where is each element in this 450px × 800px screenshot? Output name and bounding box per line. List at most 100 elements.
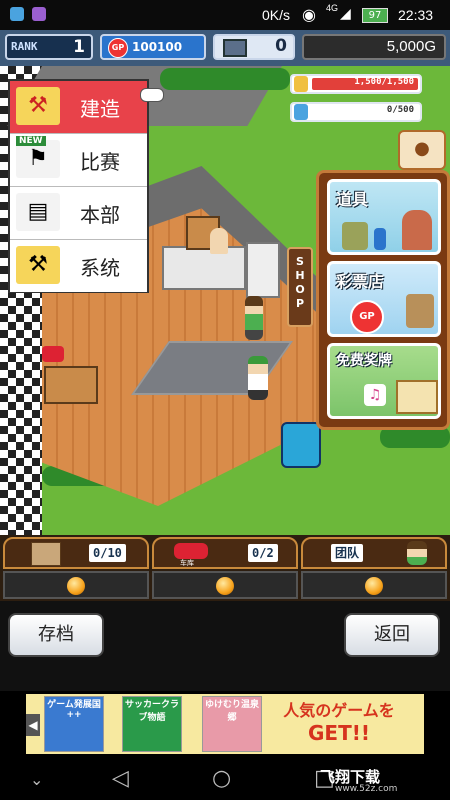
red-car (42, 346, 64, 362)
eye-icon: ◉ (302, 5, 316, 24)
chevron-down-icon[interactable]: ⌄ (30, 770, 43, 789)
pointer-hand-icon (140, 88, 164, 102)
new-badge: NEW (16, 136, 46, 146)
status-row: 0/10 车库 0/2 团队 (0, 535, 450, 601)
house-icon (396, 380, 438, 414)
music-note-icon: ♫ (364, 384, 386, 406)
status-card-team[interactable]: 团队 (301, 537, 447, 569)
menu-item-system[interactable]: ⚒ 系统 (10, 240, 147, 292)
network-speed: 0K/s (262, 7, 291, 23)
game-header: RANK 1 GP 100100 0 5,000G (0, 30, 450, 66)
ad-tile-1[interactable]: ゲーム発展国++ (44, 696, 104, 752)
garage-label: 车库 (180, 559, 194, 567)
status-bar: 0K/s ◉ 4G ◢ 97 22:33 (0, 0, 450, 30)
computer-box[interactable]: 0 (213, 34, 295, 60)
menu-item-label: 比赛 (80, 150, 120, 174)
box-icon (31, 542, 61, 566)
boxes (44, 366, 98, 404)
save-button[interactable]: 存档 (8, 613, 104, 657)
gp-value: 100100 (132, 40, 183, 54)
clock: 22:33 (398, 7, 434, 23)
shop-card-label: 彩票店 (336, 272, 385, 291)
menu-item-build[interactable]: ⚒ 建造 (10, 81, 147, 134)
menu-item-label: 本部 (80, 203, 120, 227)
shopkeeper-icon (402, 210, 432, 250)
resource-bar-1-text: 1,500/1,500 (354, 77, 414, 87)
rank-label: RANK (11, 40, 38, 53)
garage-counter: 0/2 (248, 544, 278, 562)
car-icon (174, 543, 208, 559)
status-card-garage[interactable]: 车库 0/2 (152, 537, 298, 569)
money-box: 5,000G (302, 34, 446, 60)
rank-box[interactable]: RANK 1 (5, 34, 93, 60)
hedge (160, 68, 290, 90)
orb-icon (365, 577, 383, 595)
main-menu: ⚒ 建造 ⚑ NEW 比赛 ▤ 本部 ⚒ 系统 (8, 79, 149, 293)
resource-bar-2-text: 0/500 (386, 105, 414, 115)
ad-tile-label: ゲーム発展国++ (47, 700, 101, 720)
player-icon (407, 541, 427, 565)
menu-item-headquarters[interactable]: ▤ 本部 (10, 187, 147, 240)
status-slot (301, 571, 447, 599)
chevron-left-icon[interactable]: ◀ (26, 714, 40, 736)
bottle-icon (294, 104, 308, 120)
crane-icon: ⚒ (16, 87, 60, 125)
network-type: 4G (326, 3, 339, 13)
reception-desk (162, 246, 246, 290)
orb-icon (216, 577, 234, 595)
back-triangle-icon[interactable]: ◁ (112, 766, 129, 791)
pencil-icon (294, 76, 308, 92)
rank-value: 1 (73, 37, 85, 57)
app-notification-icon (10, 7, 24, 21)
signal-icon: ◢ (340, 6, 351, 22)
shop-card-lottery[interactable]: 彩票店 GP (327, 261, 441, 337)
cat-icon (406, 294, 434, 328)
trash-can (281, 422, 321, 468)
computer-icon (223, 39, 247, 57)
player-character (245, 296, 263, 340)
barrel-icon (342, 222, 368, 250)
app-notification-icon (32, 7, 46, 21)
menu-item-label: 系统 (80, 256, 120, 280)
menu-item-match[interactable]: ⚑ NEW 比赛 (10, 134, 147, 187)
money-bag-button[interactable]: ● (398, 130, 446, 170)
status-slot (152, 571, 298, 599)
shop-tab[interactable]: SHOP (287, 247, 313, 327)
home-circle-icon[interactable]: ○ (212, 766, 231, 791)
menu-item-label: 建造 (80, 97, 120, 121)
status-slot (3, 571, 149, 599)
ad-tile-label: サッカークラブ物語 (124, 700, 179, 723)
ad-banner[interactable]: ◀ ゲーム発展国++ サッカークラブ物語 ゆけむり温泉郷 人気のゲームを GET… (26, 694, 424, 754)
resource-bar-2: 0/500 (290, 102, 422, 122)
box-counter: 0/10 (89, 544, 126, 562)
ad-tile-label: ゆけむり温泉郷 (204, 700, 259, 723)
ad-tile-3[interactable]: ゆけむり温泉郷 (202, 696, 262, 752)
shop-tab-label: SHOP (295, 255, 305, 310)
shop-card-free-medal[interactable]: 免费奖牌 ♫ (327, 343, 441, 419)
computer-value: 0 (275, 36, 287, 56)
ad-tile-2[interactable]: サッカークラブ物語 (122, 696, 182, 752)
gp-box[interactable]: GP 100100 (100, 34, 206, 60)
shop-card-label: 道具 (336, 190, 369, 209)
shop-card-label: 免费奖牌 (336, 353, 392, 369)
gp-coin-icon: GP (108, 38, 128, 58)
gp-coin-icon: GP (350, 300, 384, 334)
shop-panel: 道具 彩票店 GP 免费奖牌 ♫ (316, 170, 450, 430)
ad-promo-line1: 人気のゲームを (283, 701, 395, 720)
ad-promo-text[interactable]: 人気のゲームを GET!! (254, 700, 424, 748)
watermark-url: www.52z.com (335, 784, 398, 794)
team-label: 团队 (331, 544, 364, 562)
battery-icon: 97 (362, 8, 388, 23)
staff-character (210, 228, 228, 254)
ad-promo-line2: GET!! (308, 721, 370, 745)
button-row: 存档 返回 (0, 601, 450, 691)
shelf (246, 242, 280, 298)
orb-icon (67, 577, 85, 595)
status-card-boxes[interactable]: 0/10 (3, 537, 149, 569)
player-character (248, 356, 268, 400)
back-button[interactable]: 返回 (344, 613, 440, 657)
bottle-icon (374, 228, 386, 250)
document-icon: ▤ (16, 193, 60, 231)
resource-bar-1: 1,500/1,500 (290, 74, 422, 94)
shop-card-items[interactable]: 道具 (327, 179, 441, 255)
